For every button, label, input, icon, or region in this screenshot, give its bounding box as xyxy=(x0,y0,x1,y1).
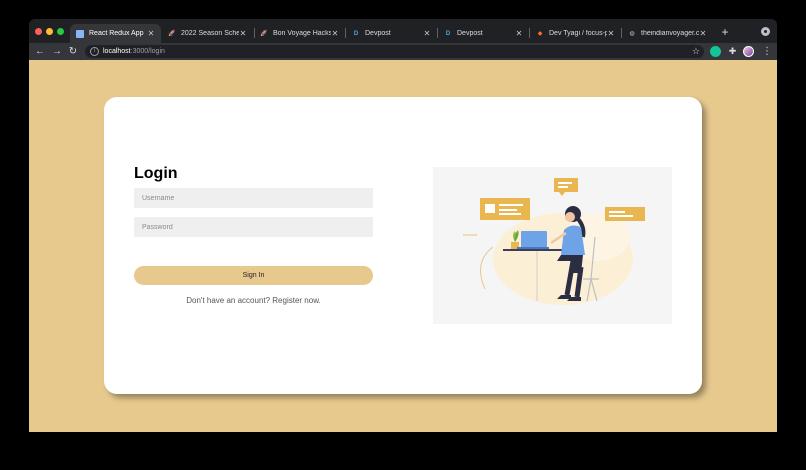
site-info-icon[interactable]: i xyxy=(90,47,99,56)
login-card: Login Sign In Don't have an account? Reg… xyxy=(104,97,702,394)
browser-toolbar: ← → ↻ i localhost:3000/login ☆ ✚ ⋮ xyxy=(29,43,777,60)
close-tab-icon[interactable]: ✕ xyxy=(515,29,523,38)
register-link[interactable]: Don't have an account? Register now. xyxy=(134,296,373,305)
rocket-icon: 🚀 xyxy=(168,31,176,37)
tab-title: Dev Tyagi / focus-p xyxy=(549,30,607,37)
tab-title: 2022 Season Schedule xyxy=(181,30,239,37)
devpost-icon: D xyxy=(445,30,451,37)
zoom-window-button[interactable] xyxy=(57,28,64,35)
profile-avatar[interactable] xyxy=(743,46,754,57)
tab-devpost-2[interactable]: D Devpost ✕ xyxy=(438,24,529,43)
tab-devpost-1[interactable]: D Devpost ✕ xyxy=(346,24,437,43)
tab-season-schedule[interactable]: 🚀 2022 Season Schedule ✕ xyxy=(162,24,253,43)
browser-window: React Redux App ✕ 🚀 2022 Season Schedule… xyxy=(29,19,777,432)
woman-at-laptop-illustration xyxy=(463,178,645,305)
sign-in-button[interactable]: Sign In xyxy=(134,266,373,285)
close-tab-icon[interactable]: ✕ xyxy=(147,29,155,38)
login-illustration xyxy=(433,167,672,324)
password-input[interactable] xyxy=(134,217,373,237)
tab-gitlab-focus[interactable]: ◆ Dev Tyagi / focus-p ✕ xyxy=(530,24,621,43)
bookmark-star-icon[interactable]: ☆ xyxy=(692,46,700,57)
forward-arrow-icon[interactable]: → xyxy=(51,45,63,58)
username-input[interactable] xyxy=(134,188,373,208)
tab-title: Devpost xyxy=(457,30,483,37)
close-tab-icon[interactable]: ✕ xyxy=(607,29,615,38)
tab-bon-voyage-hacks[interactable]: 🚀 Bon Voyage Hacks | Devpost ✕ xyxy=(254,24,345,43)
gitlab-icon: ◆ xyxy=(537,31,543,37)
address-bar[interactable]: i localhost:3000/login ☆ xyxy=(85,45,704,58)
tab-title: Bon Voyage Hacks | Devpost xyxy=(273,30,331,37)
new-tab-button[interactable]: + xyxy=(719,25,731,39)
grammarly-extension-icon[interactable] xyxy=(710,46,721,57)
tab-theindianvoyager[interactable]: ◍ theindianvoyager.c ✕ xyxy=(622,24,713,43)
extensions-puzzle-icon[interactable]: ✚ xyxy=(727,46,738,57)
url-path: :3000/login xyxy=(130,48,165,55)
close-tab-icon[interactable]: ✕ xyxy=(239,29,247,38)
minimize-window-button[interactable] xyxy=(46,28,53,35)
close-tab-icon[interactable]: ✕ xyxy=(423,29,431,38)
close-tab-icon[interactable]: ✕ xyxy=(699,29,707,38)
url-host: localhost xyxy=(103,48,131,55)
close-window-button[interactable] xyxy=(35,28,42,35)
rocket-icon: 🚀 xyxy=(260,31,268,37)
devpost-icon: D xyxy=(353,30,359,37)
tab-search-icon[interactable] xyxy=(761,27,770,36)
tab-title: React Redux App xyxy=(89,30,144,37)
globe-icon: ◍ xyxy=(629,31,635,37)
tab-title: Devpost xyxy=(365,30,391,37)
page-icon xyxy=(76,29,84,38)
reload-icon[interactable]: ↻ xyxy=(67,45,79,58)
kebab-menu-icon[interactable]: ⋮ xyxy=(762,45,772,58)
page-viewport: Login Sign In Don't have an account? Reg… xyxy=(29,60,777,432)
tab-strip: React Redux App ✕ 🚀 2022 Season Schedule… xyxy=(29,19,777,43)
url-text[interactable]: localhost:3000/login xyxy=(103,47,165,56)
back-arrow-icon[interactable]: ← xyxy=(34,45,46,58)
tab-react-redux-app[interactable]: React Redux App ✕ xyxy=(70,24,161,43)
login-title: Login xyxy=(134,165,178,182)
close-tab-icon[interactable]: ✕ xyxy=(331,29,339,38)
tab-title: theindianvoyager.c xyxy=(641,30,699,37)
